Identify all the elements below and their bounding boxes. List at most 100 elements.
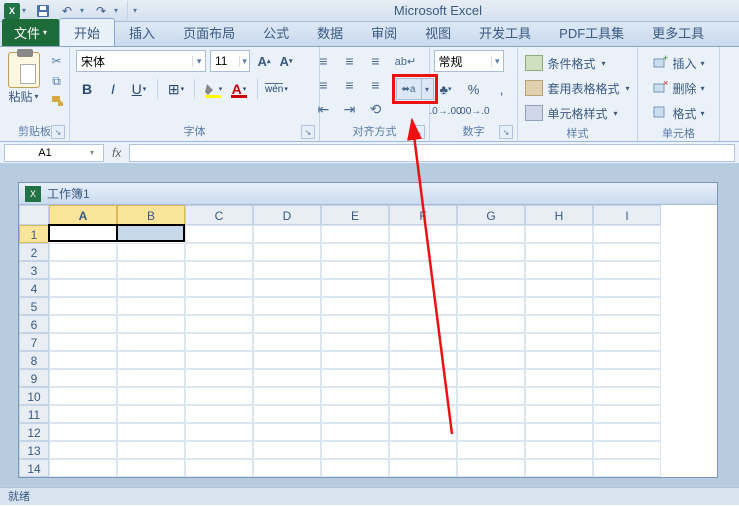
cell-A2[interactable]	[49, 243, 117, 261]
cell-B7[interactable]	[117, 333, 185, 351]
cell-I13[interactable]	[593, 441, 661, 459]
cell-B2[interactable]	[117, 243, 185, 261]
cell-F8[interactable]	[389, 351, 457, 369]
cell-G13[interactable]	[457, 441, 525, 459]
column-header-F[interactable]: F	[389, 205, 457, 225]
cell-C14[interactable]	[185, 459, 253, 477]
cell-D8[interactable]	[253, 351, 321, 369]
cell-I14[interactable]	[593, 459, 661, 477]
column-header-I[interactable]: I	[593, 205, 661, 225]
tab-more-tools[interactable]: 更多工具	[638, 19, 718, 46]
row-header-4[interactable]: 4	[19, 279, 49, 297]
fill-color-button[interactable]: ▾	[202, 78, 224, 100]
cell-G14[interactable]	[457, 459, 525, 477]
phonetic-button[interactable]: wén▾	[265, 78, 288, 100]
cell-I1[interactable]	[593, 225, 661, 243]
cell-G11[interactable]	[457, 405, 525, 423]
cell-G3[interactable]	[457, 261, 525, 279]
cell-E5[interactable]	[321, 297, 389, 315]
tab-page-layout[interactable]: 页面布局	[169, 19, 249, 46]
row-header-1[interactable]: 1	[19, 225, 49, 243]
cell-F13[interactable]	[389, 441, 457, 459]
cell-H7[interactable]	[525, 333, 593, 351]
increase-decimal-button[interactable]: .0→.00	[434, 100, 458, 122]
tab-formulas[interactable]: 公式	[249, 19, 303, 46]
cell-H10[interactable]	[525, 387, 593, 405]
fx-icon[interactable]: fx	[112, 146, 121, 160]
row-header-7[interactable]: 7	[19, 333, 49, 351]
cell-F11[interactable]	[389, 405, 457, 423]
cell-B8[interactable]	[117, 351, 185, 369]
cell-A7[interactable]	[49, 333, 117, 351]
cell-H11[interactable]	[525, 405, 593, 423]
align-bottom-button[interactable]: ≡	[364, 50, 388, 72]
tab-insert[interactable]: 插入	[115, 19, 169, 46]
cell-F5[interactable]	[389, 297, 457, 315]
tab-file[interactable]: 文件	[2, 19, 59, 46]
cell-B4[interactable]	[117, 279, 185, 297]
cell-B5[interactable]	[117, 297, 185, 315]
cell-A11[interactable]	[49, 405, 117, 423]
cell-F14[interactable]	[389, 459, 457, 477]
cell-H4[interactable]	[525, 279, 593, 297]
cell-C12[interactable]	[185, 423, 253, 441]
cell-F1[interactable]	[389, 225, 457, 243]
tab-view[interactable]: 视图	[411, 19, 465, 46]
cell-E10[interactable]	[321, 387, 389, 405]
cell-E11[interactable]	[321, 405, 389, 423]
cell-G9[interactable]	[457, 369, 525, 387]
cell-A4[interactable]	[49, 279, 117, 297]
cell-D6[interactable]	[253, 315, 321, 333]
wrap-text-button[interactable]: ab↵	[392, 50, 420, 72]
cell-A9[interactable]	[49, 369, 117, 387]
cell-F3[interactable]	[389, 261, 457, 279]
cell-B13[interactable]	[117, 441, 185, 459]
cell-E13[interactable]	[321, 441, 389, 459]
cell-C3[interactable]	[185, 261, 253, 279]
row-header-11[interactable]: 11	[19, 405, 49, 423]
cell-D10[interactable]	[253, 387, 321, 405]
row-header-13[interactable]: 13	[19, 441, 49, 459]
column-header-B[interactable]: B	[117, 205, 185, 225]
cell-A10[interactable]	[49, 387, 117, 405]
cell-G8[interactable]	[457, 351, 525, 369]
cell-D3[interactable]	[253, 261, 321, 279]
percent-button[interactable]: %	[462, 78, 486, 100]
cell-B6[interactable]	[117, 315, 185, 333]
format-cells-button[interactable]: 格式▾	[652, 102, 704, 124]
cell-G1[interactable]	[457, 225, 525, 243]
cell-D2[interactable]	[253, 243, 321, 261]
cell-I9[interactable]	[593, 369, 661, 387]
cell-H12[interactable]	[525, 423, 593, 441]
row-header-10[interactable]: 10	[19, 387, 49, 405]
format-painter-button[interactable]	[48, 92, 66, 110]
cell-A3[interactable]	[49, 261, 117, 279]
accounting-format-button[interactable]: ♣▾	[434, 78, 458, 100]
cell-I8[interactable]	[593, 351, 661, 369]
decrease-indent-button[interactable]: ⇤	[312, 98, 336, 120]
cell-E7[interactable]	[321, 333, 389, 351]
cell-A1[interactable]	[48, 224, 118, 242]
column-header-D[interactable]: D	[253, 205, 321, 225]
cell-G4[interactable]	[457, 279, 525, 297]
cell-C13[interactable]	[185, 441, 253, 459]
cell-D4[interactable]	[253, 279, 321, 297]
row-header-8[interactable]: 8	[19, 351, 49, 369]
cell-G5[interactable]	[457, 297, 525, 315]
row-header-9[interactable]: 9	[19, 369, 49, 387]
cell-B11[interactable]	[117, 405, 185, 423]
align-top-button[interactable]: ≡	[312, 50, 336, 72]
cell-B9[interactable]	[117, 369, 185, 387]
save-button[interactable]	[32, 2, 54, 20]
cell-B10[interactable]	[117, 387, 185, 405]
cell-H5[interactable]	[525, 297, 593, 315]
cell-C6[interactable]	[185, 315, 253, 333]
cell-E6[interactable]	[321, 315, 389, 333]
cell-C1[interactable]	[185, 225, 253, 243]
cell-H14[interactable]	[525, 459, 593, 477]
conditional-formatting-button[interactable]: 条件格式▾	[523, 52, 631, 74]
cell-E2[interactable]	[321, 243, 389, 261]
cell-B14[interactable]	[117, 459, 185, 477]
cell-I5[interactable]	[593, 297, 661, 315]
cell-H2[interactable]	[525, 243, 593, 261]
